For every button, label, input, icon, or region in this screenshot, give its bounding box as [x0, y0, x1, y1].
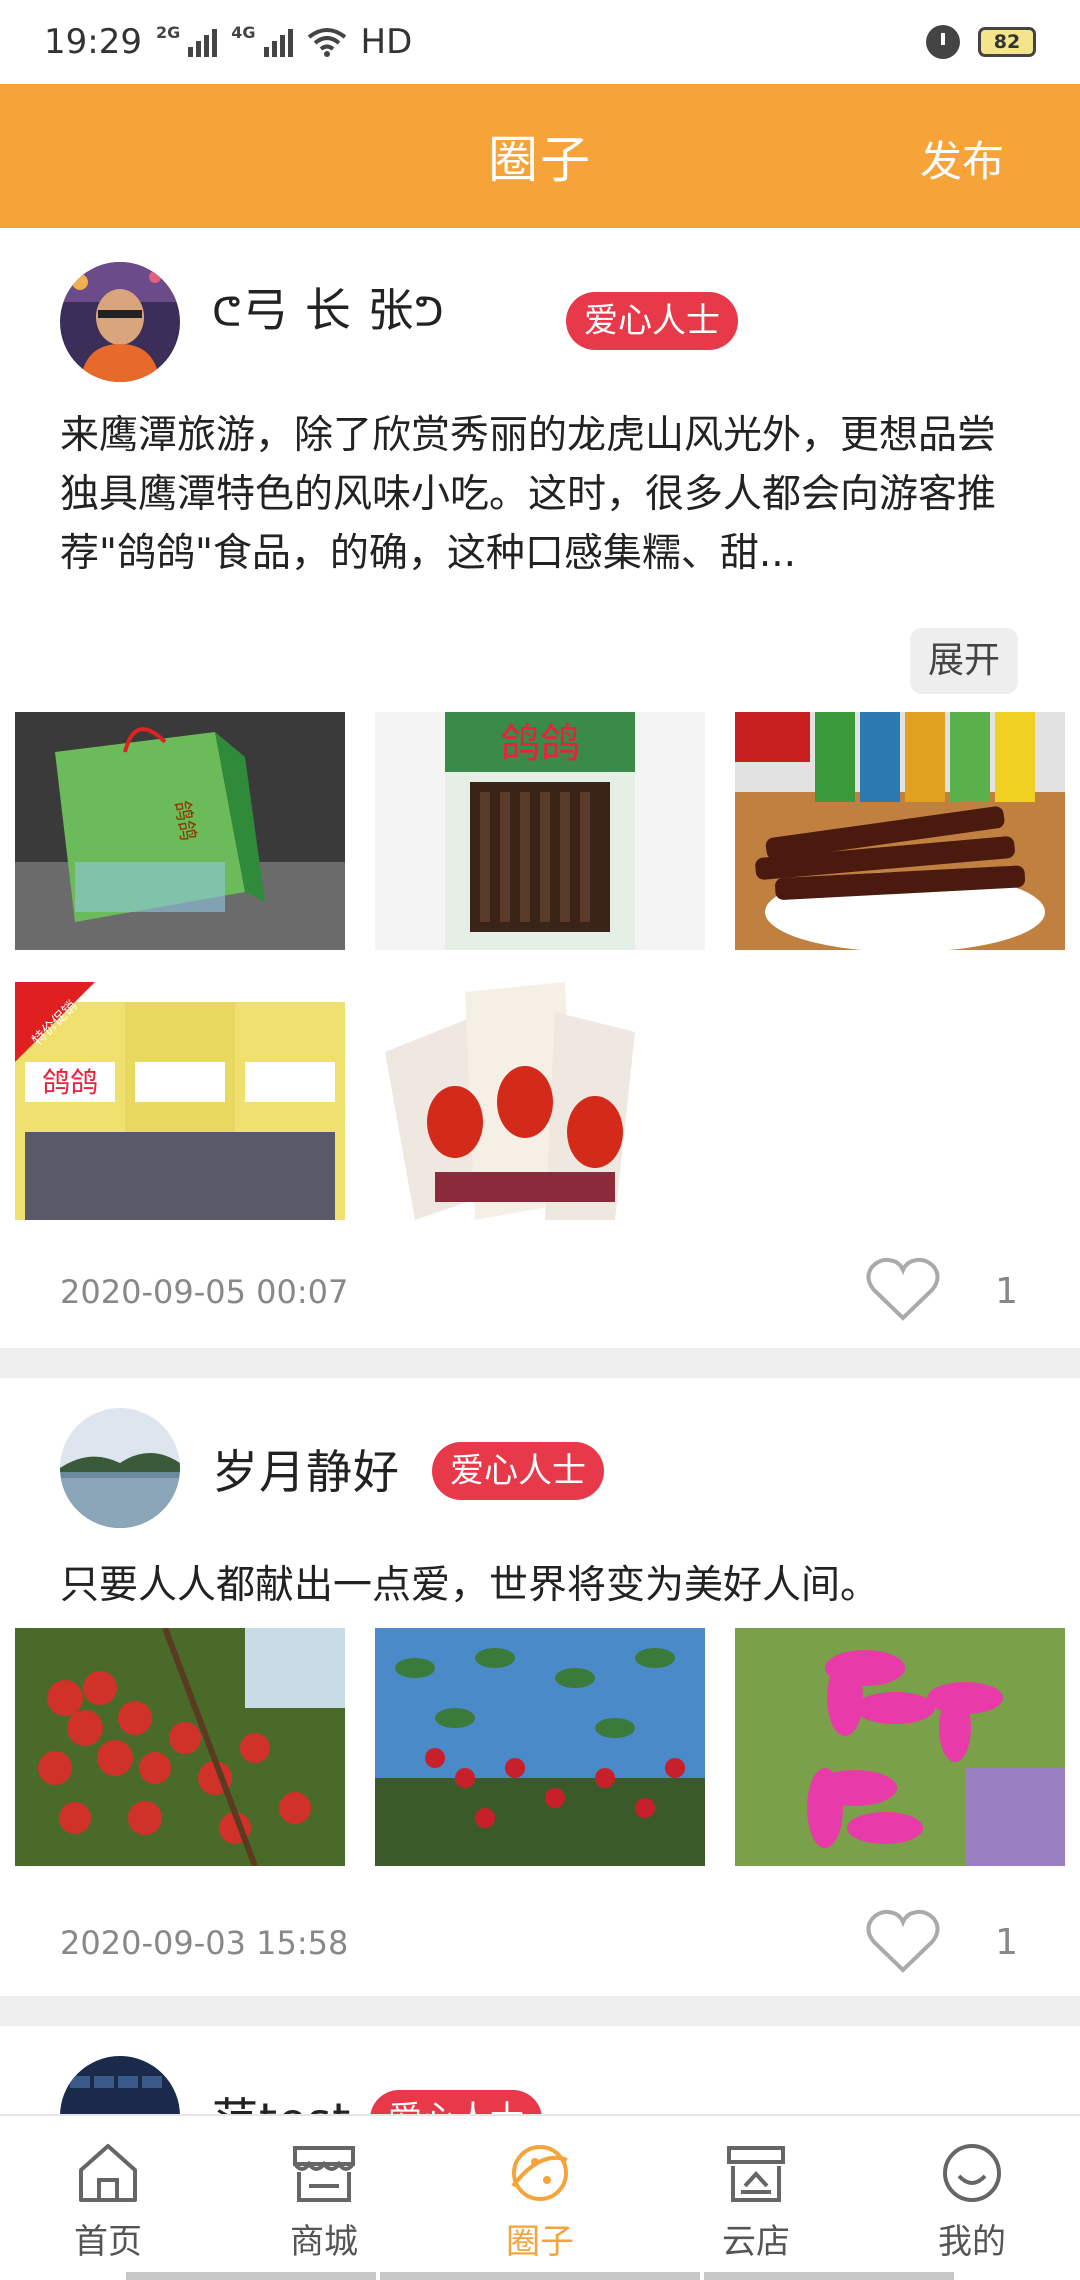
- post-image[interactable]: 鸽鸽: [15, 712, 345, 950]
- package-title: 鸽鸽: [500, 721, 580, 767]
- bottom-tab-bar: 首页 商城 圈子 云店 我的: [0, 2114, 1080, 2280]
- battery-level: 82: [993, 31, 1021, 53]
- feed[interactable]: ᕦ弓 长 张ᕤ 爱心人士 来鹰潭旅游，除了欣赏秀丽的龙虎山风光外，更想品尝独具鹰…: [0, 228, 1080, 2176]
- avatar[interactable]: [60, 262, 180, 382]
- nav-indicator: [704, 2272, 954, 2280]
- cloud-shop-icon: [727, 2146, 785, 2202]
- home-icon: [79, 2144, 137, 2202]
- tab-label: 我的: [938, 2222, 1006, 2262]
- jerky-sticks-photo: [735, 712, 1065, 950]
- heart-icon[interactable]: [866, 1256, 940, 1322]
- username-deco-left: ᕦ: [212, 290, 243, 336]
- hd-indicator: HD: [360, 22, 413, 62]
- post-image[interactable]: [735, 1628, 1065, 1866]
- post-card: ᕦ弓 长 张ᕤ 爱心人士 来鹰潭旅游，除了欣赏秀丽的龙虎山风光外，更想品尝独具鹰…: [0, 228, 1080, 1348]
- tab-circle[interactable]: 圈子: [432, 2116, 648, 2280]
- store-icon: [293, 2146, 355, 2202]
- tab-label: 商城: [290, 2222, 358, 2262]
- post-content: 来鹰潭旅游，除了欣赏秀丽的龙虎山风光外，更想品尝独具鹰潭特色的风味小吃。这时，很…: [60, 413, 997, 576]
- post-image[interactable]: [375, 1628, 705, 1866]
- like-count: 1: [995, 1922, 1018, 1963]
- package-title: 鸽鸽: [42, 1066, 98, 1099]
- battery-icon: 82: [978, 27, 1036, 57]
- tab-home[interactable]: 首页: [0, 2116, 216, 2280]
- pink-flowers-photo: [735, 1628, 1065, 1866]
- post-image[interactable]: [375, 982, 705, 1220]
- profile-icon: [943, 2144, 1001, 2202]
- post-image[interactable]: [15, 1628, 345, 1866]
- post-timestamp: 2020-09-03 15:58: [60, 1924, 349, 1962]
- publish-button[interactable]: 发布: [920, 128, 1004, 189]
- username[interactable]: ᕦ弓 长 张ᕤ: [212, 274, 445, 340]
- pineapple-jerky-photo: 鸽鸽 特价促销: [15, 982, 345, 1220]
- heart-icon[interactable]: [866, 1908, 940, 1974]
- network-type-1: 2G: [155, 22, 181, 42]
- tab-mall[interactable]: 商城: [216, 2116, 432, 2280]
- like-count: 1: [995, 1271, 1018, 1312]
- signal-icon: [263, 27, 293, 57]
- post-image[interactable]: 鸽鸽 特价促销: [15, 982, 345, 1220]
- network-type-2: 4G: [231, 22, 256, 42]
- post-card: 岁月静好 爱心人士 只要人人都献出一点爱，世界将变为美好人间。 2020-09-…: [0, 1378, 1080, 1996]
- spicy-jerky-packs-photo: [375, 982, 705, 1220]
- tab-mine[interactable]: 我的: [864, 2116, 1080, 2280]
- tab-cloud-shop[interactable]: 云店: [648, 2116, 864, 2280]
- avatar[interactable]: [60, 1408, 180, 1528]
- username-deco-right: ᕤ: [414, 290, 445, 336]
- post-content: 只要人人都献出一点爱，世界将变为美好人间。: [60, 1563, 880, 1608]
- jerky-package-photo: 鸽鸽: [375, 712, 705, 950]
- tab-label: 圈子: [506, 2222, 574, 2262]
- expand-button[interactable]: 展开: [910, 628, 1018, 694]
- page-title: 圈子: [488, 131, 592, 189]
- nav-indicator: [380, 2272, 700, 2280]
- post-image[interactable]: [735, 712, 1065, 950]
- red-berries-photo: [15, 1628, 345, 1866]
- berry-branch-photo: [375, 1628, 705, 1866]
- badge: 爱心人士: [566, 292, 738, 350]
- post-timestamp: 2020-09-05 00:07: [60, 1273, 349, 1311]
- wifi-icon: [307, 28, 346, 57]
- app-header: 圈子 发布: [0, 84, 1080, 228]
- badge: 爱心人士: [432, 1442, 604, 1500]
- tab-label: 首页: [74, 2222, 142, 2262]
- tab-label: 云店: [722, 2222, 790, 2262]
- status-bar: 19:29 2G 4G HD 82: [0, 0, 1080, 84]
- circle-icon: [511, 2145, 568, 2201]
- post-image[interactable]: 鸽鸽: [375, 712, 705, 950]
- alarm-icon: [926, 25, 960, 59]
- signal-icon: [188, 27, 218, 57]
- gift-bag-photo: 鸽鸽: [15, 712, 345, 950]
- nav-indicator: [126, 2272, 376, 2280]
- clock: 19:29: [44, 22, 142, 62]
- username[interactable]: 岁月静好: [212, 1436, 400, 1502]
